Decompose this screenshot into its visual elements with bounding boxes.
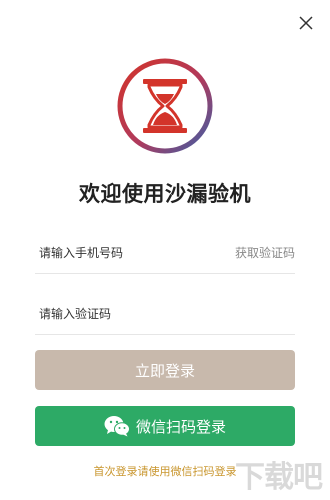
wechat-login-button[interactable]: 微信扫码登录 bbox=[35, 406, 295, 446]
phone-field: 获取验证码 bbox=[35, 234, 295, 274]
close-icon bbox=[299, 16, 313, 30]
app-logo bbox=[116, 57, 214, 155]
wechat-icon bbox=[104, 416, 130, 437]
close-button[interactable] bbox=[296, 13, 316, 33]
hourglass-icon bbox=[117, 58, 213, 154]
login-button[interactable]: 立即登录 bbox=[35, 350, 295, 390]
get-code-button[interactable]: 获取验证码 bbox=[235, 234, 295, 272]
code-field bbox=[35, 295, 295, 335]
login-button-label: 立即登录 bbox=[134, 361, 195, 380]
wechat-login-label: 微信扫码登录 bbox=[135, 417, 226, 436]
page-title: 欢迎使用沙漏验机 bbox=[79, 182, 251, 206]
verification-code-input[interactable] bbox=[39, 295, 289, 333]
watermark: 下载吧 bbox=[235, 460, 323, 495]
phone-input[interactable] bbox=[39, 234, 219, 272]
